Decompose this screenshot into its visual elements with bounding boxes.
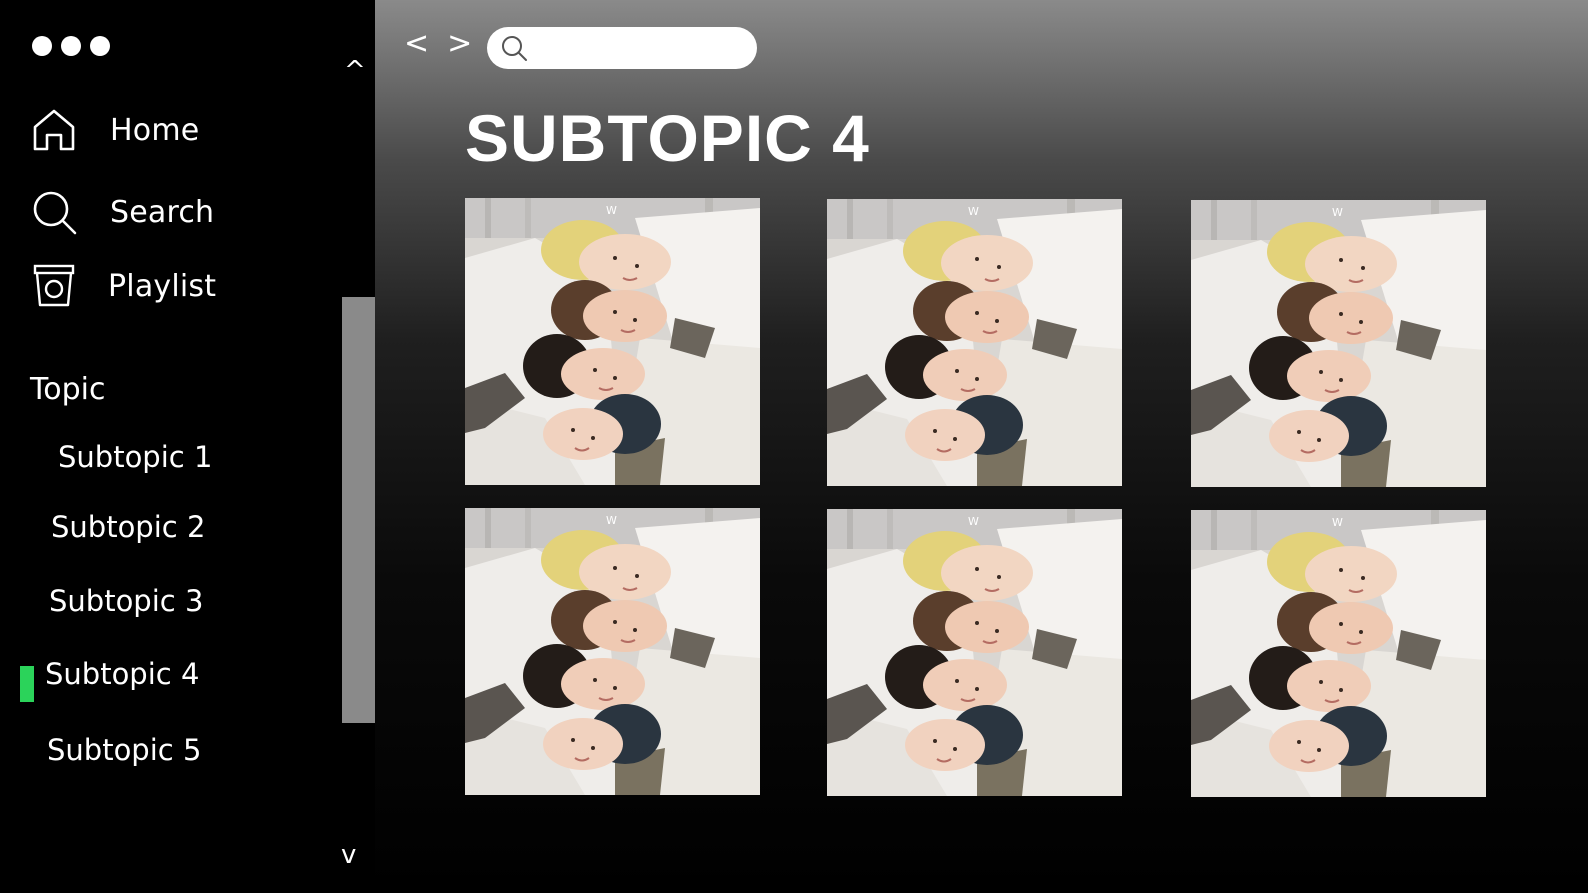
- sidebar-item-subtopic-2[interactable]: Subtopic 2: [51, 510, 205, 544]
- album-tile[interactable]: W: [1191, 510, 1486, 797]
- album-tile[interactable]: W: [1191, 200, 1486, 487]
- svg-text:W: W: [968, 515, 979, 528]
- sidebar-item-subtopic-5[interactable]: Subtopic 5: [47, 733, 201, 767]
- svg-text:W: W: [606, 204, 617, 217]
- window-dot-icon[interactable]: [90, 36, 110, 56]
- svg-text:W: W: [968, 205, 979, 218]
- window-dot-icon[interactable]: [32, 36, 52, 56]
- sidebar-scrollbar[interactable]: [342, 297, 375, 723]
- search-icon: [499, 33, 529, 63]
- album-cover-photo: W: [1191, 200, 1486, 487]
- svg-text:W: W: [1332, 206, 1343, 219]
- album-cover-photo: W: [827, 199, 1122, 486]
- window-dot-icon[interactable]: [61, 36, 81, 56]
- sidebar: Home Search Playlist Topic Subtopic 1 Su…: [0, 0, 375, 893]
- app-window: Home Search Playlist Topic Subtopic 1 Su…: [0, 0, 1588, 893]
- active-indicator: [20, 666, 34, 702]
- search-bar[interactable]: [487, 27, 757, 69]
- sidebar-item-subtopic-4[interactable]: Subtopic 4: [45, 657, 199, 691]
- topic-heading: Topic: [30, 372, 106, 407]
- album-tile[interactable]: W: [827, 199, 1122, 486]
- nav-playlist[interactable]: Playlist: [30, 262, 216, 310]
- nav-playlist-label: Playlist: [108, 268, 217, 304]
- sidebar-item-subtopic-3[interactable]: Subtopic 3: [49, 584, 203, 618]
- sidebar-item-subtopic-1[interactable]: Subtopic 1: [58, 440, 212, 474]
- scroll-up-button[interactable]: ^: [344, 56, 366, 86]
- album-tile[interactable]: W: [465, 198, 760, 485]
- svg-text:W: W: [606, 514, 617, 527]
- scroll-down-button[interactable]: v: [341, 840, 356, 870]
- home-icon: [30, 106, 78, 154]
- album-cover-photo: W: [1191, 510, 1486, 797]
- page-title: SUBTOPIC 4: [465, 101, 870, 175]
- forward-button[interactable]: >: [447, 26, 472, 61]
- back-button[interactable]: <: [404, 26, 429, 61]
- album-tile[interactable]: W: [465, 508, 760, 795]
- album-cover-photo: W: [465, 508, 760, 795]
- nav-search-label: Search: [110, 194, 215, 230]
- svg-text:W: W: [1332, 516, 1343, 529]
- nav-search[interactable]: Search: [30, 188, 214, 236]
- nav-home-label: Home: [110, 112, 200, 148]
- playlist-icon: [30, 262, 78, 310]
- nav-home[interactable]: Home: [30, 106, 199, 154]
- main-content: < > SUBTOPIC 4 W W W W W W: [375, 0, 1588, 893]
- search-input[interactable]: [535, 36, 749, 60]
- album-cover-photo: W: [827, 509, 1122, 796]
- window-controls: [32, 36, 110, 56]
- history-nav: < >: [404, 26, 472, 61]
- album-cover-photo: W: [465, 198, 760, 485]
- album-tile[interactable]: W: [827, 509, 1122, 796]
- search-icon: [30, 188, 78, 236]
